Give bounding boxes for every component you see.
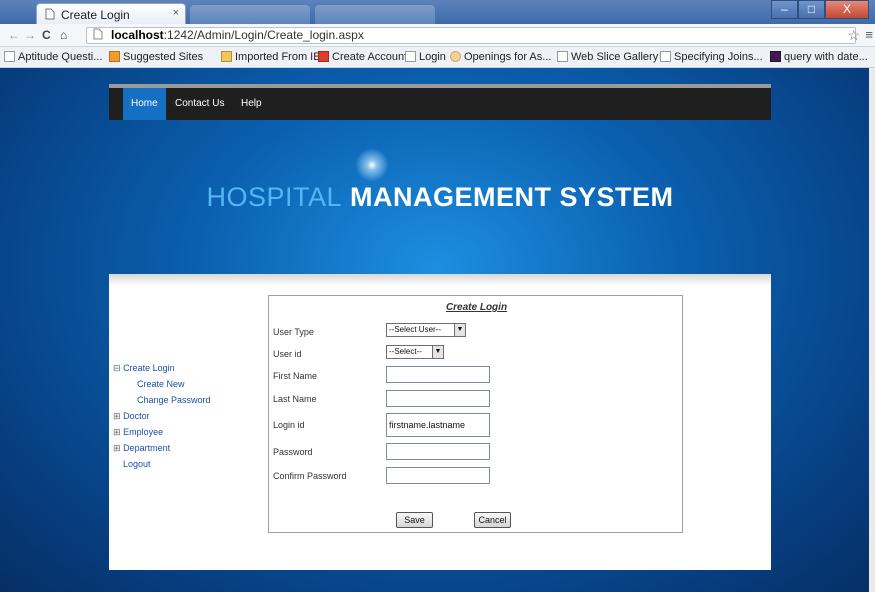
save-button[interactable]: Save	[396, 512, 433, 528]
bookmark-star-icon[interactable]: ☆	[847, 27, 860, 44]
browser-tab-create-login[interactable]: Create Login ×	[36, 3, 186, 24]
content-panel: ⊟ Create Login Create New Change Passwor…	[109, 274, 771, 570]
user-id-label: User id	[273, 349, 302, 359]
browser-tab-blurred[interactable]	[315, 5, 435, 24]
menu-doctor[interactable]: ⊞ Doctor	[113, 408, 211, 424]
bookmark-item[interactable]: Imported From IE	[221, 51, 321, 63]
menu-change-password[interactable]: Change Password	[113, 392, 211, 408]
maximize-button[interactable]: □	[798, 0, 825, 19]
bookmark-item[interactable]: Login	[405, 51, 446, 63]
reload-icon[interactable]: C	[42, 28, 51, 42]
page-scrollbar[interactable]	[869, 68, 875, 592]
cancel-button[interactable]: Cancel	[474, 512, 511, 528]
close-button[interactable]: X	[825, 0, 869, 19]
tab-close-icon[interactable]: ×	[173, 7, 179, 19]
login-id-label: Login id	[273, 420, 305, 430]
side-menu: ⊟ Create Login Create New Change Passwor…	[113, 360, 211, 472]
dark-icon	[770, 51, 781, 62]
url-text: localhost:1242/Admin/Login/Create_login.…	[111, 28, 364, 42]
expand-icon: ⊞	[113, 427, 121, 437]
first-name-field[interactable]	[386, 366, 490, 383]
page-icon	[660, 51, 671, 62]
minimize-button[interactable]: –	[771, 0, 798, 19]
bookmark-item[interactable]: Specifying Joins...	[660, 51, 763, 63]
bookmark-item[interactable]: Create Account	[318, 51, 407, 63]
banner-glow	[355, 148, 389, 182]
page-icon	[45, 8, 55, 23]
bookmark-item[interactable]: Suggested Sites	[109, 51, 203, 63]
first-name-label: First Name	[273, 371, 318, 381]
bookmark-item[interactable]: Web Slice Gallery	[557, 51, 658, 63]
collapse-icon: ⊟	[113, 363, 121, 373]
bookmarks-bar: Aptitude Questi... Suggested Sites Impor…	[0, 47, 875, 68]
menu-employee[interactable]: ⊞ Employee	[113, 424, 211, 440]
page-icon	[557, 51, 568, 62]
red-icon	[318, 51, 329, 62]
user-id-select[interactable]: --Select-- ▼	[386, 345, 444, 359]
bookmark-item[interactable]: Openings for As...	[450, 51, 551, 63]
browser-titlebar: Create Login × – □ X	[0, 0, 875, 24]
expand-icon: ⊞	[113, 443, 121, 453]
menu-department[interactable]: ⊞ Department	[113, 440, 211, 456]
nav-home[interactable]: Home	[123, 88, 166, 120]
window-controls: – □ X	[771, 0, 869, 19]
user-type-label: User Type	[273, 327, 314, 337]
user-type-select[interactable]: --Select User-- ▼	[386, 323, 466, 337]
chevron-down-icon: ▼	[432, 346, 443, 358]
orange-icon	[109, 51, 120, 62]
confirm-password-field[interactable]	[386, 467, 490, 484]
menu-icon[interactable]: ≡	[865, 27, 873, 42]
tab-title: Create Login	[61, 8, 130, 22]
confirm-password-label: Confirm Password	[273, 471, 347, 481]
web-page: Home Contact Us Help HOSPITAL MANAGEMENT…	[0, 68, 875, 592]
site-navbar: Home Contact Us Help	[109, 84, 771, 120]
page-icon	[4, 51, 15, 62]
password-field[interactable]	[386, 443, 490, 460]
content-topbar	[109, 274, 771, 286]
password-label: Password	[273, 447, 313, 457]
last-name-label: Last Name	[273, 394, 317, 404]
browser-toolbar: ← → C ⌂ localhost:1242/Admin/Login/Creat…	[0, 24, 875, 47]
menu-create-new[interactable]: Create New	[113, 376, 211, 392]
create-login-form: Create Login User Type --Select User-- ▼…	[268, 295, 683, 533]
page-icon	[405, 51, 416, 62]
last-name-field[interactable]	[386, 390, 490, 407]
nav-contact-us[interactable]: Contact Us	[175, 88, 224, 120]
browser-tab-blurred[interactable]	[190, 5, 310, 24]
address-bar[interactable]: localhost:1242/Admin/Login/Create_login.…	[86, 27, 856, 44]
home-icon[interactable]: ⌂	[60, 28, 67, 42]
login-id-field[interactable]: firstname.lastname	[386, 413, 490, 437]
bookmark-item[interactable]: Aptitude Questi...	[4, 51, 102, 63]
back-icon[interactable]: ←	[8, 28, 20, 42]
site-banner-title: HOSPITAL MANAGEMENT SYSTEM	[206, 182, 674, 212]
nav-help[interactable]: Help	[241, 88, 262, 120]
menu-create-login[interactable]: ⊟ Create Login	[113, 360, 211, 376]
folder-icon	[221, 51, 232, 62]
menu-logout[interactable]: Logout	[113, 456, 211, 472]
expand-icon: ⊞	[113, 411, 121, 421]
chevron-down-icon: ▼	[454, 324, 465, 336]
bookmark-item[interactable]: query with date...	[770, 51, 868, 63]
circle-icon	[450, 51, 461, 62]
forward-icon[interactable]: →	[24, 28, 36, 42]
page-icon	[93, 28, 103, 44]
form-title: Create Login	[445, 302, 508, 313]
